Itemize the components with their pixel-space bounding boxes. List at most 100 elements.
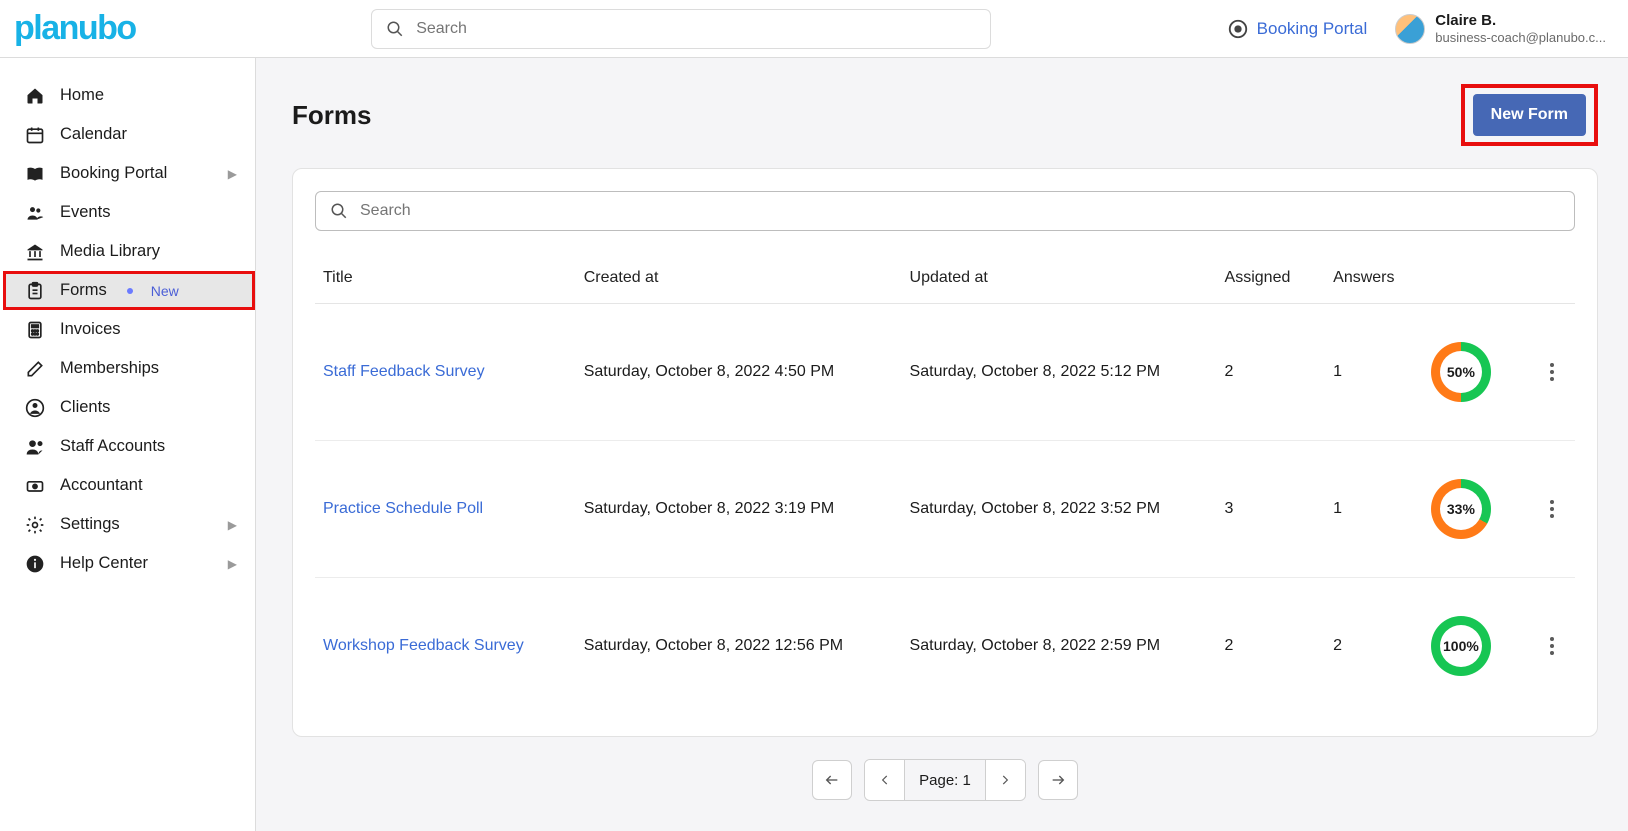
- home-icon: [24, 86, 46, 106]
- chevron-left-icon: [878, 773, 892, 787]
- chevron-right-icon: ▶: [228, 167, 237, 181]
- arrow-right-icon: [1050, 772, 1066, 788]
- table-search[interactable]: [315, 191, 1575, 231]
- sidebar-item-label: Events: [60, 203, 110, 222]
- form-title-link[interactable]: Practice Schedule Poll: [323, 500, 483, 517]
- arrow-left-icon: [824, 772, 840, 788]
- sidebar: Home Calendar Booking Portal ▶ Events Me…: [0, 58, 256, 831]
- sidebar-item-label: Memberships: [60, 359, 159, 378]
- sidebar-item-accountant[interactable]: Accountant: [6, 466, 255, 505]
- cell-answers: 1: [1325, 441, 1423, 578]
- row-menu-button[interactable]: [1540, 631, 1564, 661]
- sidebar-item-clients[interactable]: Clients: [6, 388, 255, 427]
- col-updated[interactable]: Updated at: [902, 253, 1217, 304]
- new-form-button[interactable]: New Form: [1473, 94, 1586, 136]
- page-header: Forms New Form: [292, 84, 1598, 146]
- col-progress: [1423, 253, 1532, 304]
- chevron-right-icon: ▶: [228, 518, 237, 532]
- row-menu-button[interactable]: [1540, 357, 1564, 387]
- new-form-highlight: New Form: [1461, 84, 1598, 146]
- badge-dot: [127, 288, 133, 294]
- sidebar-item-label: Help Center: [60, 554, 148, 573]
- sidebar-item-settings[interactable]: Settings ▶: [6, 505, 255, 544]
- sidebar-item-staff[interactable]: Staff Accounts: [6, 427, 255, 466]
- logo-text: planubo: [14, 9, 136, 48]
- col-menu: [1532, 253, 1575, 304]
- person-icon: [24, 398, 46, 418]
- pager-prev[interactable]: [865, 760, 905, 800]
- sidebar-item-forms[interactable]: Forms New: [3, 271, 255, 310]
- sidebar-item-events[interactable]: Events: [6, 193, 255, 232]
- table-header-row: Title Created at Updated at Assigned Ans…: [315, 253, 1575, 304]
- pager-next[interactable]: [985, 760, 1025, 800]
- page-title: Forms: [292, 100, 371, 131]
- bank-icon: [24, 242, 46, 262]
- sidebar-item-media[interactable]: Media Library: [6, 232, 255, 271]
- cell-updated: Saturday, October 8, 2022 2:59 PM: [902, 578, 1217, 715]
- col-created[interactable]: Created at: [576, 253, 902, 304]
- sidebar-item-label: Media Library: [60, 242, 160, 261]
- topbar: planubo Booking Portal Claire B. busines…: [0, 0, 1628, 58]
- clipboard-icon: [24, 281, 46, 301]
- forms-table: Title Created at Updated at Assigned Ans…: [315, 253, 1575, 714]
- col-answers[interactable]: Answers: [1325, 253, 1423, 304]
- col-assigned[interactable]: Assigned: [1217, 253, 1326, 304]
- user-name: Claire B.: [1435, 12, 1606, 30]
- sidebar-item-label: Settings: [60, 515, 120, 534]
- top-right: Booking Portal Claire B. business-coach@…: [1227, 12, 1606, 46]
- staff-icon: [24, 437, 46, 457]
- book-icon: [24, 164, 46, 184]
- progress-donut: 100%: [1431, 616, 1491, 676]
- badge-new: New: [151, 283, 179, 299]
- global-search-wrap: [136, 9, 1227, 49]
- col-title[interactable]: Title: [315, 253, 576, 304]
- sidebar-item-label: Forms: [60, 281, 107, 300]
- user-texts: Claire B. business-coach@planubo.c...: [1435, 12, 1606, 46]
- money-icon: [24, 476, 46, 496]
- sidebar-item-label: Staff Accounts: [60, 437, 165, 456]
- sidebar-item-label: Accountant: [60, 476, 143, 495]
- pager-first[interactable]: [812, 760, 852, 800]
- sidebar-item-calendar[interactable]: Calendar: [6, 115, 255, 154]
- search-icon: [330, 202, 348, 220]
- form-title-link[interactable]: Workshop Feedback Survey: [323, 637, 524, 654]
- global-search[interactable]: [371, 9, 991, 49]
- sidebar-item-home[interactable]: Home: [6, 76, 255, 115]
- eye-icon: [1227, 18, 1249, 40]
- progress-donut: 33%: [1431, 479, 1491, 539]
- cell-answers: 1: [1325, 304, 1423, 441]
- global-search-input[interactable]: [414, 19, 976, 39]
- user-menu[interactable]: Claire B. business-coach@planubo.c...: [1395, 12, 1606, 46]
- sidebar-item-memberships[interactable]: Memberships: [6, 349, 255, 388]
- logo[interactable]: planubo: [14, 9, 136, 48]
- sidebar-item-label: Invoices: [60, 320, 121, 339]
- sidebar-item-label: Home: [60, 86, 104, 105]
- sidebar-item-label: Booking Portal: [60, 164, 167, 183]
- calendar-icon: [24, 125, 46, 145]
- sidebar-item-label: Calendar: [60, 125, 127, 144]
- edit-icon: [24, 359, 46, 379]
- main-content: Forms New Form Title Created at Updated …: [256, 58, 1628, 831]
- chevron-right-icon: ▶: [228, 557, 237, 571]
- row-menu-button[interactable]: [1540, 494, 1564, 524]
- user-email: business-coach@planubo.c...: [1435, 30, 1606, 46]
- info-icon: [24, 554, 46, 574]
- cell-assigned: 2: [1217, 578, 1326, 715]
- cell-assigned: 3: [1217, 441, 1326, 578]
- sidebar-item-help[interactable]: Help Center ▶: [6, 544, 255, 583]
- pager-last[interactable]: [1038, 760, 1078, 800]
- sidebar-item-invoices[interactable]: Invoices: [6, 310, 255, 349]
- table-row: Staff Feedback Survey Saturday, October …: [315, 304, 1575, 441]
- avatar: [1395, 14, 1425, 44]
- sidebar-item-booking[interactable]: Booking Portal ▶: [6, 154, 255, 193]
- table-search-input[interactable]: [358, 201, 1560, 221]
- table-row: Workshop Feedback Survey Saturday, Octob…: [315, 578, 1575, 715]
- booking-portal-link[interactable]: Booking Portal: [1227, 18, 1368, 40]
- form-title-link[interactable]: Staff Feedback Survey: [323, 363, 485, 380]
- cell-updated: Saturday, October 8, 2022 3:52 PM: [902, 441, 1217, 578]
- calculator-icon: [24, 320, 46, 340]
- sidebar-item-label: Clients: [60, 398, 110, 417]
- table-row: Practice Schedule Poll Saturday, October…: [315, 441, 1575, 578]
- cell-created: Saturday, October 8, 2022 3:19 PM: [576, 441, 902, 578]
- chevron-right-icon: [998, 773, 1012, 787]
